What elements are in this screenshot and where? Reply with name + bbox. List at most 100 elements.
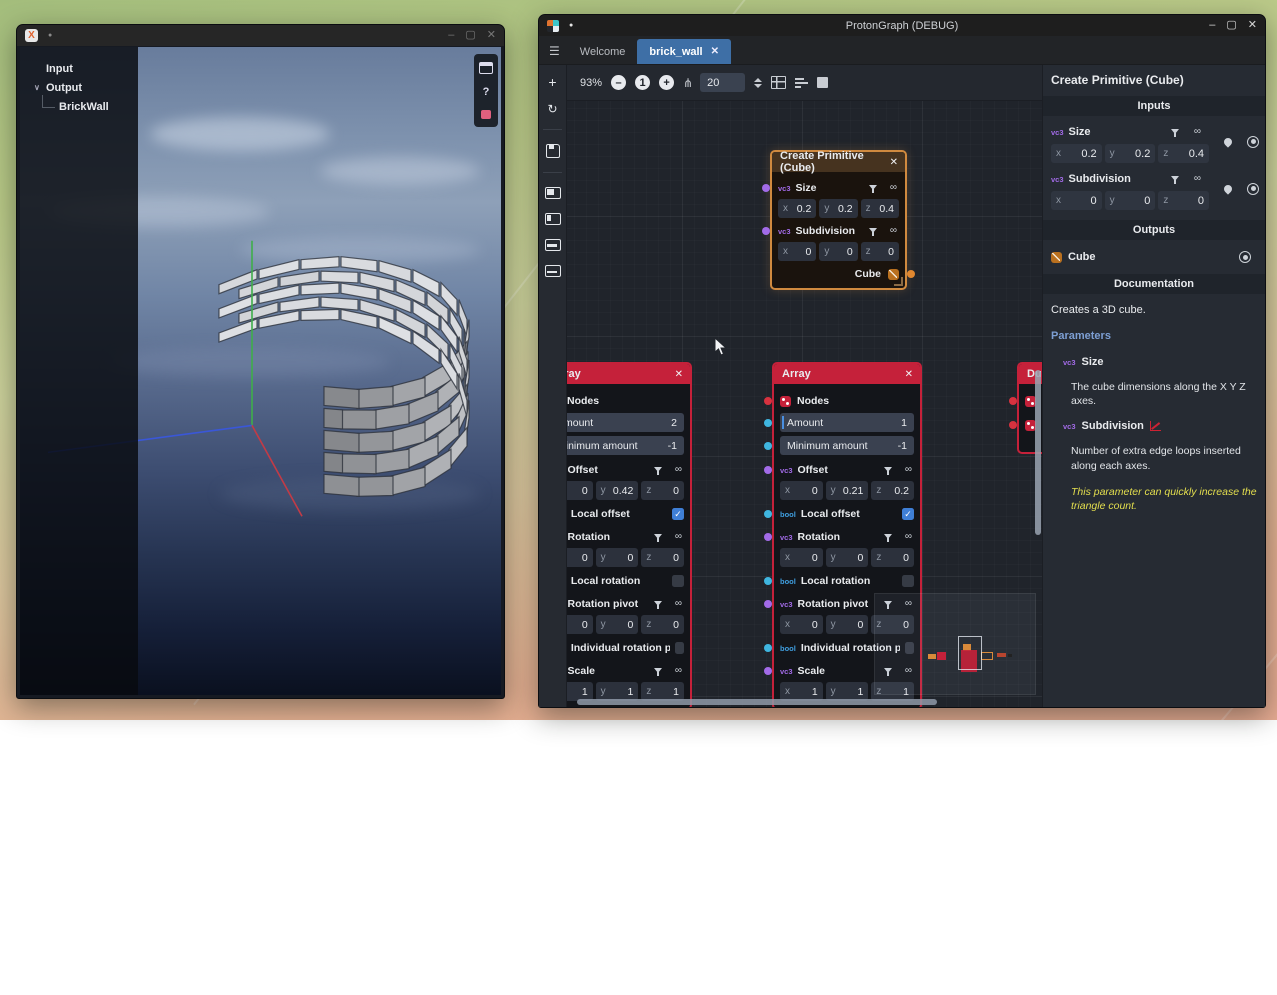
funnel-icon[interactable] [884, 533, 893, 542]
checkbox[interactable] [672, 575, 684, 587]
align-nodes-icon[interactable] [795, 77, 808, 88]
port-vec3[interactable] [762, 184, 770, 192]
field-minimum-amount[interactable]: Minimum amount-1 [567, 436, 684, 455]
layout-bottom-icon[interactable] [545, 239, 561, 251]
vector-x-field[interactable]: x0 [567, 548, 593, 567]
reload-icon[interactable]: ↻ [547, 103, 557, 115]
port-bool[interactable] [764, 644, 772, 652]
menu-icon[interactable]: ☰ [549, 44, 560, 58]
panel-toggle-icon[interactable] [479, 62, 493, 74]
tree-item-brickwall[interactable]: BrickWall [20, 97, 138, 116]
vector-z-field[interactable]: z0 [871, 548, 914, 567]
zoom-in-button[interactable]: + [659, 75, 674, 90]
layout-left-small-icon[interactable] [545, 213, 561, 225]
field-amount[interactable]: Amount1 [780, 413, 914, 432]
minimize-button[interactable]: – [1209, 20, 1215, 31]
subdivision-y-field[interactable]: y0 [1105, 191, 1156, 210]
visibility-icon[interactable] [1239, 251, 1251, 263]
funnel-icon[interactable] [1171, 128, 1180, 137]
pin-icon[interactable] [1222, 183, 1233, 194]
layout-bottom-thin-icon[interactable] [545, 265, 561, 277]
subdivision-x-field[interactable]: x0 [1051, 191, 1102, 210]
grid-toggle-icon[interactable] [771, 76, 786, 89]
size-y-field[interactable]: y0.2 [1105, 144, 1156, 163]
close-button[interactable]: ✕ [487, 30, 496, 41]
vector-z-field[interactable]: z0 [641, 481, 684, 500]
vector-y-field[interactable]: y0.21 [826, 481, 869, 500]
vector-y-field[interactable]: y0 [826, 548, 869, 567]
3d-viewport[interactable]: Input ∨ Output BrickWall ? [20, 47, 501, 695]
graph-node-create_primitive[interactable]: Create Primitive (Cube)✕vc3Size∞x0.2y0.2… [770, 150, 907, 290]
vertical-scrollbar[interactable] [1035, 370, 1041, 535]
minimap-toggle-icon[interactable] [817, 77, 828, 88]
funnel-icon[interactable] [869, 227, 878, 236]
vector-x-field[interactable]: x0.2 [778, 199, 816, 218]
visibility-icon[interactable] [1247, 183, 1259, 195]
vector-x-field[interactable]: x0 [567, 615, 593, 634]
funnel-icon[interactable] [654, 600, 663, 609]
port-vec3[interactable] [764, 533, 772, 541]
link-icon[interactable]: ∞ [890, 226, 897, 236]
link-icon[interactable]: ∞ [675, 599, 682, 609]
vector-y-field[interactable]: y0.42 [596, 481, 639, 500]
vector-y-field[interactable]: y0 [596, 615, 639, 634]
vector-z-field[interactable]: z0.4 [861, 199, 899, 218]
node-header[interactable]: Array✕ [567, 364, 690, 384]
vector-y-field[interactable]: y0 [826, 615, 869, 634]
funnel-icon[interactable] [654, 533, 663, 542]
protongraph-titlebar[interactable]: ● ProtonGraph (DEBUG) – ▢ ✕ [539, 15, 1265, 36]
funnel-icon[interactable] [654, 667, 663, 676]
viewer-titlebar[interactable]: X ● – ▢ ✕ [17, 25, 504, 46]
node-header[interactable]: Array✕ [774, 364, 920, 384]
field-minimum-amount[interactable]: Minimum amount-1 [780, 436, 914, 455]
tree-item-input[interactable]: Input [20, 59, 138, 78]
port-mesh[interactable] [1009, 397, 1017, 405]
subdivision-z-field[interactable]: z0 [1158, 191, 1209, 210]
port-bool[interactable] [764, 577, 772, 585]
save-icon[interactable] [546, 144, 560, 158]
link-icon[interactable]: ∞ [905, 532, 912, 542]
vector-z-field[interactable]: z0 [641, 548, 684, 567]
graph-canvas[interactable]: Array✕NodesAmount2Minimum amount-1vc3Off… [567, 100, 1042, 707]
plugin-icon[interactable] [481, 110, 491, 119]
close-icon[interactable]: ✕ [905, 369, 913, 380]
node-header[interactable]: Create Primitive (Cube)✕ [772, 152, 905, 172]
vector-x-field[interactable]: x0 [780, 548, 823, 567]
graph-minimap[interactable] [874, 593, 1036, 695]
port-vec3[interactable] [762, 227, 770, 235]
checkbox[interactable] [902, 575, 914, 587]
port-num[interactable] [764, 442, 772, 450]
node-resize-handle[interactable] [894, 277, 903, 286]
tab-welcome[interactable]: Welcome [568, 39, 638, 64]
doc-parameters-link[interactable]: Parameters [1043, 318, 1265, 344]
vector-y-field[interactable]: y0 [596, 548, 639, 567]
vector-y-field[interactable]: y0.2 [819, 199, 857, 218]
minimap-view-rectangle[interactable] [958, 636, 982, 670]
port-mesh[interactable] [764, 397, 772, 405]
close-icon[interactable]: ✕ [890, 157, 898, 168]
checkbox[interactable]: ✓ [902, 508, 914, 520]
layout-left-icon[interactable] [545, 187, 561, 199]
link-icon[interactable]: ∞ [1194, 174, 1201, 184]
funnel-icon[interactable] [654, 466, 663, 475]
vector-x-field[interactable]: x0 [567, 481, 593, 500]
size-x-field[interactable]: x0.2 [1051, 144, 1102, 163]
horizontal-scrollbar[interactable] [577, 699, 937, 705]
port-mesh[interactable] [1009, 421, 1017, 429]
link-icon[interactable]: ∞ [1194, 127, 1201, 137]
field-amount[interactable]: Amount2 [567, 413, 684, 432]
vector-z-field[interactable]: z0.2 [871, 481, 914, 500]
funnel-icon[interactable] [884, 466, 893, 475]
link-icon[interactable]: ∞ [675, 465, 682, 475]
port-vec3[interactable] [764, 600, 772, 608]
link-icon[interactable]: ∞ [905, 465, 912, 475]
funnel-icon[interactable] [869, 184, 878, 193]
tab-brick-wall[interactable]: brick_wall ✕ [637, 39, 731, 64]
chevron-down-icon[interactable]: ∨ [34, 83, 46, 92]
snap-step-spinner[interactable] [754, 78, 762, 88]
zoom-reset-button[interactable]: 1 [635, 75, 650, 90]
tree-item-output[interactable]: ∨ Output [20, 78, 138, 97]
funnel-icon[interactable] [1171, 175, 1180, 184]
port-vec3[interactable] [764, 667, 772, 675]
vector-z-field[interactable]: z0 [861, 242, 899, 261]
